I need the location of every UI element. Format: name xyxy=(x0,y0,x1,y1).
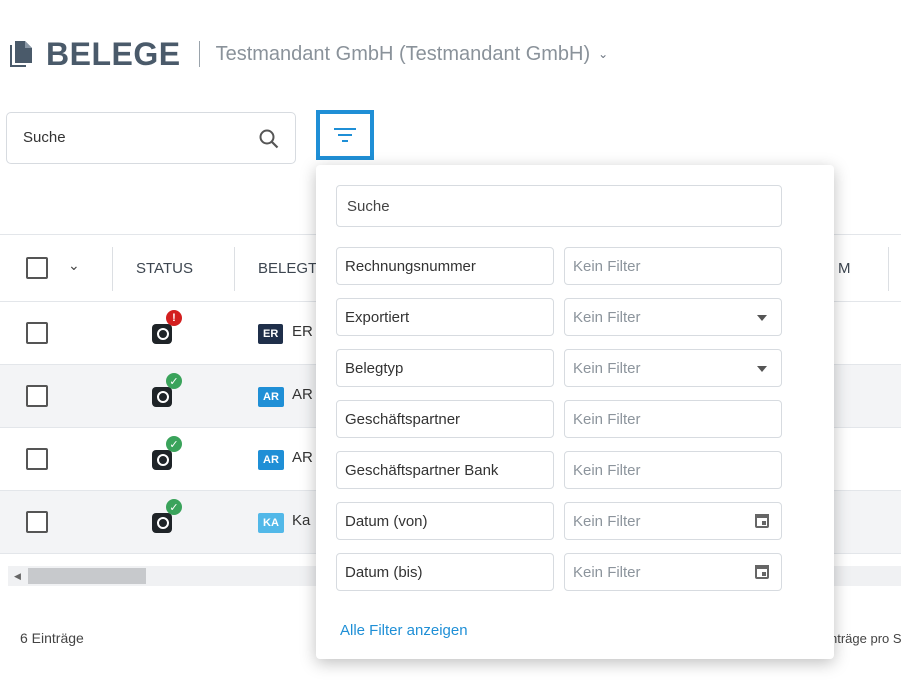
filter-value-dropdown[interactable]: Kein Filter xyxy=(564,349,782,387)
filter-row: Exportiert Kein Filter xyxy=(336,298,782,336)
filter-label: Geschäftspartner Bank xyxy=(345,462,499,479)
filter-field-select[interactable]: Geschäftspartner xyxy=(336,400,554,438)
status-ok-badge: ✓ xyxy=(166,499,182,515)
document-type-tag: ER xyxy=(258,324,284,344)
filter-icon xyxy=(334,128,356,142)
filter-value-dropdown[interactable]: Kein Filter xyxy=(564,298,782,336)
document-type-text: AR xyxy=(292,386,313,403)
document-status-icon xyxy=(152,387,172,407)
column-header-datum[interactable]: M xyxy=(838,260,851,277)
row-checkbox[interactable] xyxy=(26,322,48,344)
row-checkbox[interactable] xyxy=(26,448,48,470)
document-status-icon xyxy=(152,450,172,470)
filter-button[interactable] xyxy=(316,110,374,160)
show-all-filters-link[interactable]: Alle Filter anzeigen xyxy=(340,622,468,639)
calendar-icon[interactable] xyxy=(755,565,769,579)
filter-label: Datum (bis) xyxy=(345,564,423,581)
filter-field-select[interactable]: Belegtyp xyxy=(336,349,554,387)
column-divider xyxy=(234,247,235,291)
filter-value: Kein Filter xyxy=(573,411,641,428)
filter-row: Geschäftspartner Bank Kein Filter xyxy=(336,451,782,489)
filter-label: Rechnungsnummer xyxy=(345,258,476,275)
search-input[interactable]: Suche xyxy=(6,112,296,164)
document-type-tag: KA xyxy=(258,513,284,533)
column-header-belegtyp[interactable]: BELEGT xyxy=(258,260,317,277)
filter-value: Kein Filter xyxy=(573,462,641,479)
filter-row: Datum (bis) Kein Filter xyxy=(336,553,782,591)
search-icon[interactable] xyxy=(257,127,281,151)
entries-per-page-label: nträge pro S xyxy=(830,631,901,646)
page-header: BELEGE Testmandant GmbH (Testmandant Gmb… xyxy=(8,34,608,74)
chevron-down-icon[interactable]: ⌄ xyxy=(598,47,608,61)
filter-field-select[interactable]: Geschäftspartner Bank xyxy=(336,451,554,489)
filter-row: Geschäftspartner Kein Filter xyxy=(336,400,782,438)
document-type-tag: AR xyxy=(258,450,284,470)
page-title: BELEGE xyxy=(46,35,181,72)
scroll-left-icon[interactable]: ◀ xyxy=(14,571,21,582)
filter-row: Datum (von) Kein Filter xyxy=(336,502,782,540)
filter-value-date[interactable]: Kein Filter xyxy=(564,553,782,591)
filter-label: Belegtyp xyxy=(345,360,404,377)
document-type-text: AR xyxy=(292,449,313,466)
dropdown-arrow-icon xyxy=(757,366,767,372)
status-ok-badge: ✓ xyxy=(166,436,182,452)
document-status-icon xyxy=(152,513,172,533)
filter-row: Belegtyp Kein Filter xyxy=(336,349,782,387)
entries-count: 6 Einträge xyxy=(20,630,84,646)
filter-row: Rechnungsnummer Kein Filter xyxy=(336,247,782,285)
filter-label: Exportiert xyxy=(345,309,410,326)
select-all-checkbox[interactable] xyxy=(26,257,48,279)
filter-value: Kein Filter xyxy=(573,564,641,581)
filter-search-input[interactable]: Suche xyxy=(336,185,782,227)
column-header-status[interactable]: STATUS xyxy=(136,260,193,277)
filter-label: Datum (von) xyxy=(345,513,428,530)
chevron-down-icon[interactable]: ⌄ xyxy=(68,257,80,274)
row-checkbox[interactable] xyxy=(26,385,48,407)
filter-popup: Suche Rechnungsnummer Kein Filter Export… xyxy=(316,165,834,659)
status-error-badge: ! xyxy=(166,310,182,326)
filter-search-placeholder: Suche xyxy=(347,198,390,215)
filter-label: Geschäftspartner xyxy=(345,411,461,428)
documents-icon xyxy=(8,39,34,69)
filter-value-input[interactable]: Kein Filter xyxy=(564,247,782,285)
scrollbar-thumb[interactable] xyxy=(28,568,146,584)
filter-field-select[interactable]: Datum (von) xyxy=(336,502,554,540)
filter-value: Kein Filter xyxy=(573,309,641,326)
document-type-text: Ka xyxy=(292,512,311,529)
filter-field-select[interactable]: Exportiert xyxy=(336,298,554,336)
calendar-icon[interactable] xyxy=(755,514,769,528)
tenant-selector[interactable]: Testmandant GmbH (Testmandant GmbH) xyxy=(216,43,591,66)
filter-value: Kein Filter xyxy=(573,360,641,377)
document-status-icon xyxy=(152,324,172,344)
dropdown-arrow-icon xyxy=(757,315,767,321)
title-separator xyxy=(198,41,200,67)
status-ok-badge: ✓ xyxy=(166,373,182,389)
search-placeholder: Suche xyxy=(23,129,66,146)
document-type-tag: AR xyxy=(258,387,284,407)
column-divider xyxy=(888,247,889,291)
filter-value: Kein Filter xyxy=(573,258,641,275)
column-divider xyxy=(112,247,113,291)
filter-value: Kein Filter xyxy=(573,513,641,530)
filter-value-input[interactable]: Kein Filter xyxy=(564,400,782,438)
filter-field-select[interactable]: Rechnungsnummer xyxy=(336,247,554,285)
filter-field-select[interactable]: Datum (bis) xyxy=(336,553,554,591)
document-type-text: ER xyxy=(292,323,313,340)
filter-value-input[interactable]: Kein Filter xyxy=(564,451,782,489)
row-checkbox[interactable] xyxy=(26,511,48,533)
filter-value-date[interactable]: Kein Filter xyxy=(564,502,782,540)
